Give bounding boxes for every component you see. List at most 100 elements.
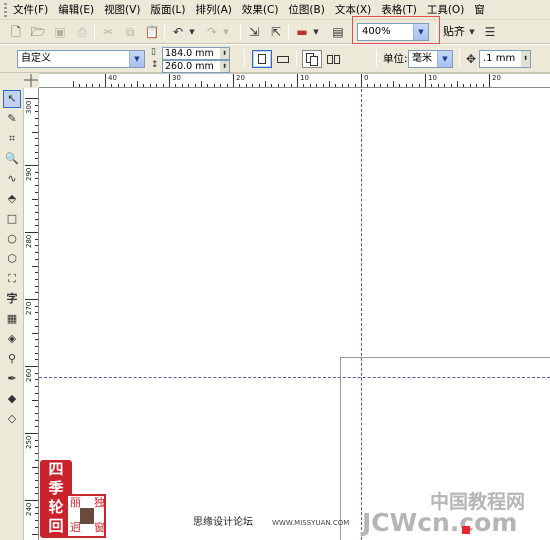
polygon-tool-icon[interactable]: ⬡ xyxy=(3,250,21,268)
ruler-tick xyxy=(437,84,439,87)
shape-tool-icon[interactable]: ✎ xyxy=(3,110,21,128)
menu-arrange[interactable]: 排列(A) xyxy=(196,2,232,17)
page-width-input[interactable]: 184.0 mm ⬍ xyxy=(162,47,230,60)
menu-file[interactable]: 文件(F) xyxy=(13,2,48,17)
copy-icon[interactable]: ⧉ xyxy=(122,24,138,40)
ruler-tick xyxy=(25,366,38,367)
all-pages-button[interactable] xyxy=(302,50,322,68)
smart-fill-tool-icon[interactable]: ⬘ xyxy=(3,190,21,208)
ellipse-tool-icon[interactable]: ○ xyxy=(3,230,21,248)
text-tool-icon[interactable]: 字 xyxy=(3,290,21,308)
options-icon[interactable]: ☰ xyxy=(482,24,498,40)
snap-to-button[interactable]: 贴齐 xyxy=(443,24,465,40)
page-height-value: 260.0 mm xyxy=(165,61,214,72)
vertical-ruler[interactable]: 300 290 280 270 260 250 240 xyxy=(24,88,39,540)
menu-view[interactable]: 视图(V) xyxy=(104,2,140,17)
site-url: WWW.MISSYUAN.COM xyxy=(272,519,350,527)
ruler-tick xyxy=(35,513,38,515)
menu-effects[interactable]: 效果(C) xyxy=(242,2,279,17)
horizontal-ruler[interactable]: 40 30 20 10 0 10 20 xyxy=(39,73,550,88)
ruler-tick xyxy=(252,84,254,87)
chevron-down-icon[interactable]: ▼ xyxy=(129,51,144,67)
ruler-tick xyxy=(489,74,490,87)
ruler-tick xyxy=(469,84,471,87)
seal-char: 四 xyxy=(48,460,64,478)
snap-dropdown-icon[interactable]: ▼ xyxy=(468,24,476,40)
save-icon[interactable]: ▣ xyxy=(52,24,68,40)
page-border-top xyxy=(340,357,550,358)
ruler-tick xyxy=(431,84,433,87)
ruler-tick xyxy=(32,466,38,468)
redo-dropdown-icon[interactable]: ▼ xyxy=(222,24,230,40)
basic-shapes-tool-icon[interactable]: ⛶ xyxy=(3,270,21,288)
freehand-tool-icon[interactable]: ∿ xyxy=(3,170,21,188)
pick-tool-icon[interactable]: ↖ xyxy=(3,90,21,108)
nudge-distance-input[interactable]: .1 mm ⬍ xyxy=(479,50,531,68)
interactive-blend-tool-icon[interactable]: ◈ xyxy=(3,330,21,348)
width-spinner-icon[interactable]: ⬍ xyxy=(220,48,229,59)
height-spinner-icon[interactable]: ⬍ xyxy=(220,61,229,72)
ruler-tick xyxy=(188,84,190,87)
import-icon[interactable]: ⇲ xyxy=(246,24,262,40)
new-document-icon[interactable]: 🗋 xyxy=(8,24,24,40)
redo-icon[interactable]: ↷ xyxy=(204,24,220,40)
launcher-dropdown-icon[interactable]: ▼ xyxy=(312,24,320,40)
open-folder-icon[interactable]: 🗁 xyxy=(30,24,46,40)
ruler-tick xyxy=(213,84,215,87)
ruler-label: 10 xyxy=(300,74,309,82)
interactive-fill-tool-icon[interactable]: ◇ xyxy=(3,410,21,428)
ruler-tick xyxy=(124,84,126,87)
chevron-down-icon[interactable]: ▼ xyxy=(437,51,452,67)
menu-table[interactable]: 表格(T) xyxy=(381,2,417,17)
menu-layout[interactable]: 版面(L) xyxy=(150,2,185,17)
ruler-tick xyxy=(380,84,382,87)
ruler-tick xyxy=(25,165,38,166)
landscape-button[interactable] xyxy=(273,50,293,68)
menu-tools[interactable]: 工具(O) xyxy=(427,2,464,17)
menu-edit[interactable]: 编辑(E) xyxy=(58,2,94,17)
crop-tool-icon[interactable]: ⌗ xyxy=(3,130,21,148)
menu-bitmaps[interactable]: 位图(B) xyxy=(288,2,324,17)
zoom-tool-icon[interactable]: 🔍 xyxy=(3,150,21,168)
ruler-tick xyxy=(35,379,38,381)
menu-window[interactable]: 窗 xyxy=(474,2,485,17)
fill-tool-icon[interactable]: ◆ xyxy=(3,390,21,408)
undo-dropdown-icon[interactable]: ▼ xyxy=(188,24,196,40)
menu-text[interactable]: 文本(X) xyxy=(335,2,371,17)
ruler-tick xyxy=(386,84,388,87)
table-tool-icon[interactable]: ▦ xyxy=(3,310,21,328)
ruler-tick xyxy=(290,84,292,87)
paste-icon[interactable]: 📋 xyxy=(144,24,160,40)
drawing-canvas[interactable] xyxy=(39,89,550,540)
ruler-tick xyxy=(303,84,305,87)
portrait-button[interactable] xyxy=(252,50,272,68)
unit-combo[interactable]: 毫米 ▼ xyxy=(408,50,453,68)
undo-icon[interactable]: ↶ xyxy=(170,24,186,40)
vertical-guideline[interactable] xyxy=(361,89,362,540)
ruler-label: 280 xyxy=(25,234,33,248)
current-page-button[interactable] xyxy=(323,50,343,68)
toolbar-separator xyxy=(296,50,297,66)
outline-tool-icon[interactable]: ✒ xyxy=(3,370,21,388)
nudge-spinner-icon[interactable]: ⬍ xyxy=(521,51,530,67)
application-launcher-icon[interactable]: ▬ xyxy=(294,24,310,40)
ruler-tick xyxy=(271,84,273,87)
property-bar: 自定义 ▼ ▯ 184.0 mm ⬍ ↕ 260.0 mm ⬍ 单位: 毫米 ▼… xyxy=(0,45,550,73)
cut-icon[interactable]: ✂ xyxy=(100,24,116,40)
eyedropper-tool-icon[interactable]: ⚲ xyxy=(3,350,21,368)
nudge-icon: ✥ xyxy=(466,52,477,66)
current-page-icon xyxy=(327,55,333,64)
horizontal-guideline[interactable] xyxy=(39,377,550,378)
print-icon[interactable]: ⎙ xyxy=(74,24,90,40)
welcome-screen-icon[interactable]: ▤ xyxy=(330,24,346,40)
page-size-combo[interactable]: 自定义 ▼ xyxy=(17,50,145,68)
ruler-origin-corner[interactable] xyxy=(0,73,39,88)
page-height-input[interactable]: 260.0 mm ⬍ xyxy=(162,60,230,73)
export-icon[interactable]: ⇱ xyxy=(268,24,284,40)
rectangle-tool-icon[interactable]: □ xyxy=(3,210,21,228)
ruler-tick xyxy=(92,84,94,87)
ruler-tick xyxy=(348,84,350,87)
ruler-tick xyxy=(35,252,38,254)
ruler-tick xyxy=(149,84,151,87)
ruler-tick xyxy=(35,459,38,461)
